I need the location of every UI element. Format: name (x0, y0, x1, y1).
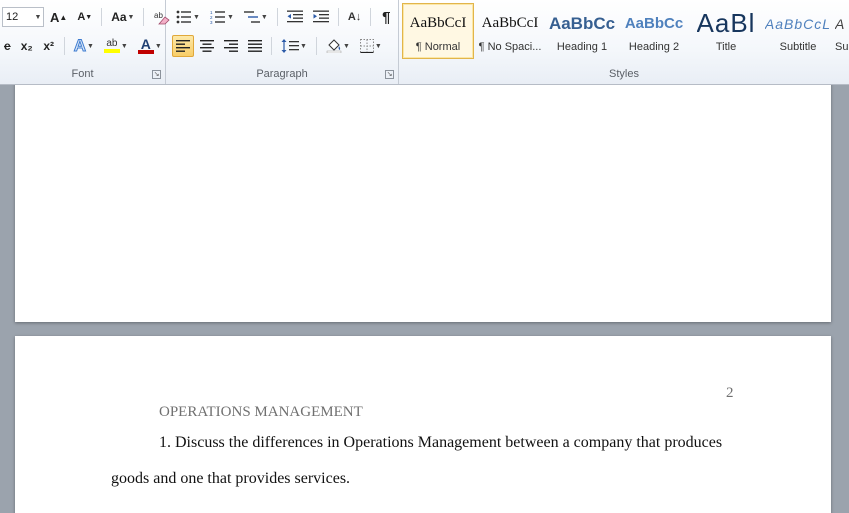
style-heading-1[interactable]: AaBbCc Heading 1 (546, 3, 618, 59)
font-color-icon: A (137, 37, 154, 54)
font-group-label: Font (71, 68, 94, 80)
align-right-button[interactable] (220, 35, 242, 57)
style-name: Su (835, 40, 849, 53)
paint-bucket-icon (326, 39, 342, 53)
subscript-icon: x₂ (20, 39, 33, 53)
svg-text:ab: ab (154, 11, 163, 20)
decrease-indent-icon (286, 10, 303, 23)
increase-indent-button[interactable] (309, 6, 333, 28)
borders-button[interactable]: ▼ (356, 35, 386, 57)
style-sample: AaBbCc (548, 13, 616, 33)
style-subtle-emphasis[interactable]: A Su (834, 3, 849, 59)
text-effects-button[interactable]: A ▼ (70, 35, 98, 57)
font-color-button[interactable]: A ▼ (134, 35, 166, 57)
document-area[interactable]: 2 OPERATIONS MANAGEMENT 1. Discuss the d… (0, 85, 849, 513)
text-effects-icon: A (73, 36, 86, 56)
style-name: ¶ Normal (415, 40, 461, 53)
paragraph-group: ▼ 1 2 3 ▼ ▼ A↓ ¶ ▼ ▼ ▼ Paragraph ↘ (166, 0, 399, 84)
numbering-button[interactable]: 1 2 3 ▼ (206, 6, 238, 28)
decrease-indent-button[interactable] (283, 6, 307, 28)
style-name: ¶ No Spaci... (478, 40, 542, 53)
strikethrough-button[interactable]: e (0, 35, 15, 57)
shading-button[interactable]: ▼ (322, 35, 354, 57)
paragraph-group-label: Paragraph (256, 68, 308, 80)
style-sample: A (835, 15, 845, 32)
styles-gallery: AaBbCcI ¶ Normal AaBbCcI ¶ No Spaci... A… (402, 3, 849, 61)
font-size-box[interactable]: 12 ▼ (2, 7, 44, 27)
style-title[interactable]: AaBl Title (690, 3, 762, 59)
subscript-button[interactable]: x₂ (17, 35, 37, 57)
body-line-1: 1. Discuss the differences in Operations… (159, 434, 723, 451)
increase-indent-icon (312, 10, 329, 23)
body-line-2: goods and one that provides services. (111, 470, 351, 487)
grow-font-icon: A (50, 9, 60, 25)
multilevel-list-button[interactable]: ▼ (240, 6, 272, 28)
strikethrough-icon: e (4, 39, 11, 53)
align-center-icon (200, 40, 214, 52)
style-name: Title (715, 40, 737, 53)
line-spacing-icon (281, 39, 299, 53)
page-number: 2 (726, 385, 734, 401)
style-heading-2[interactable]: AaBbCc Heading 2 (618, 3, 690, 59)
style-name: Heading 2 (628, 40, 680, 53)
numbering-icon: 1 2 3 (210, 10, 225, 24)
style-name: Heading 1 (556, 40, 608, 53)
grow-font-button[interactable]: A ▲ (46, 6, 71, 28)
running-head: OPERATIONS MANAGEMENT (159, 404, 363, 420)
superscript-icon: x² (43, 39, 55, 53)
style-sample: AaBl (696, 9, 756, 38)
superscript-button[interactable]: x² (39, 35, 59, 57)
sort-button[interactable]: A↓ (344, 6, 365, 28)
style-normal[interactable]: AaBbCcI ¶ Normal (402, 3, 474, 59)
borders-icon (359, 39, 374, 53)
chevron-down-icon: ▼ (34, 13, 42, 21)
font-group: 12 ▼ A ▲ A ▼ Aa ▼ ab e x₂ x² A ▼ ab ▼ A … (0, 0, 171, 84)
styles-group-label: Styles (609, 68, 639, 80)
style-sample: AaBbCcL (764, 15, 832, 32)
change-case-button[interactable]: Aa ▼ (107, 6, 138, 28)
style-subtitle[interactable]: AaBbCcL Subtitle (762, 3, 834, 59)
ribbon: 12 ▼ A ▲ A ▼ Aa ▼ ab e x₂ x² A ▼ ab ▼ A … (0, 0, 849, 85)
page-1[interactable] (15, 85, 831, 322)
highlight-button[interactable]: ab ▼ (100, 35, 132, 57)
font-dialog-launcher-icon[interactable]: ↘ (152, 70, 161, 79)
line-spacing-button[interactable]: ▼ (277, 35, 311, 57)
shrink-font-icon: A (77, 11, 86, 23)
justify-button[interactable] (244, 35, 266, 57)
shrink-font-button[interactable]: A ▼ (73, 6, 96, 28)
change-case-icon: Aa (111, 10, 127, 24)
page-2[interactable]: 2 OPERATIONS MANAGEMENT 1. Discuss the d… (15, 336, 831, 513)
svg-text:3: 3 (210, 20, 213, 24)
style-sample: AaBbCcI (481, 15, 539, 31)
align-left-icon (176, 40, 190, 52)
show-marks-button[interactable]: ¶ (376, 6, 396, 28)
bullets-button[interactable]: ▼ (172, 6, 204, 28)
highlight-icon: ab (103, 39, 120, 53)
style-sample: AaBbCcI (409, 15, 467, 31)
style-sample: AaBbCc (624, 15, 684, 32)
style-name: Subtitle (779, 40, 817, 53)
paragraph-dialog-launcher-icon[interactable]: ↘ (385, 70, 394, 79)
font-size-value: 12 (6, 11, 19, 23)
justify-icon (248, 40, 262, 52)
style-no-spacing[interactable]: AaBbCcI ¶ No Spaci... (474, 3, 546, 59)
bullets-icon (176, 10, 191, 24)
multilevel-list-icon (243, 11, 260, 23)
pilcrow-icon: ¶ (382, 8, 391, 26)
align-center-button[interactable] (196, 35, 218, 57)
align-right-icon (224, 40, 238, 52)
align-left-button[interactable] (172, 35, 194, 57)
sort-icon: A↓ (347, 11, 362, 23)
